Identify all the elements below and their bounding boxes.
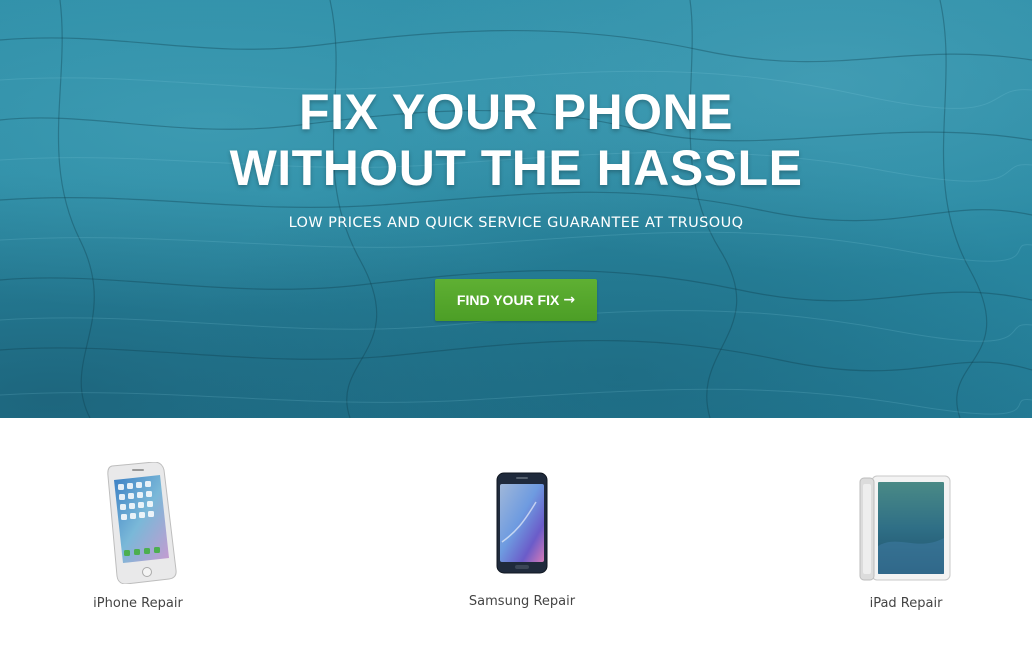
samsung-phone-icon [496, 472, 548, 574]
iphone-repair-label: iPhone Repair [93, 596, 183, 611]
find-your-fix-label: FIND YOUR FIX [456, 292, 560, 308]
find-your-fix-button[interactable]: FIND YOUR FIX → [435, 279, 597, 321]
hero-title-line-2: WITHOUT THE HASSLE [229, 140, 803, 196]
samsung-repair-label: Samsung Repair [468, 594, 576, 609]
hero-title-line-1: FIX YOUR PHONE [299, 84, 733, 140]
iphone-icon [107, 462, 177, 584]
hero-subtitle: LOW PRICES AND QUICK SERVICE GUARANTEE A… [288, 215, 744, 231]
arrow-right-icon: → [563, 292, 576, 308]
hero-title: FIX YOUR PHONE WITHOUT THE HASSLE [0, 84, 1032, 196]
hero-banner: FIX YOUR PHONE WITHOUT THE HASSLE LOW PR… [0, 0, 1032, 418]
ipad-icon [859, 475, 951, 581]
iphone-repair-card[interactable]: iPhone Repair [78, 458, 198, 618]
leather-texture-background [0, 0, 1032, 418]
samsung-repair-card[interactable]: Samsung Repair [462, 470, 582, 618]
ipad-repair-card[interactable]: iPad Repair [846, 472, 966, 618]
ipad-repair-label: iPad Repair [869, 596, 943, 611]
